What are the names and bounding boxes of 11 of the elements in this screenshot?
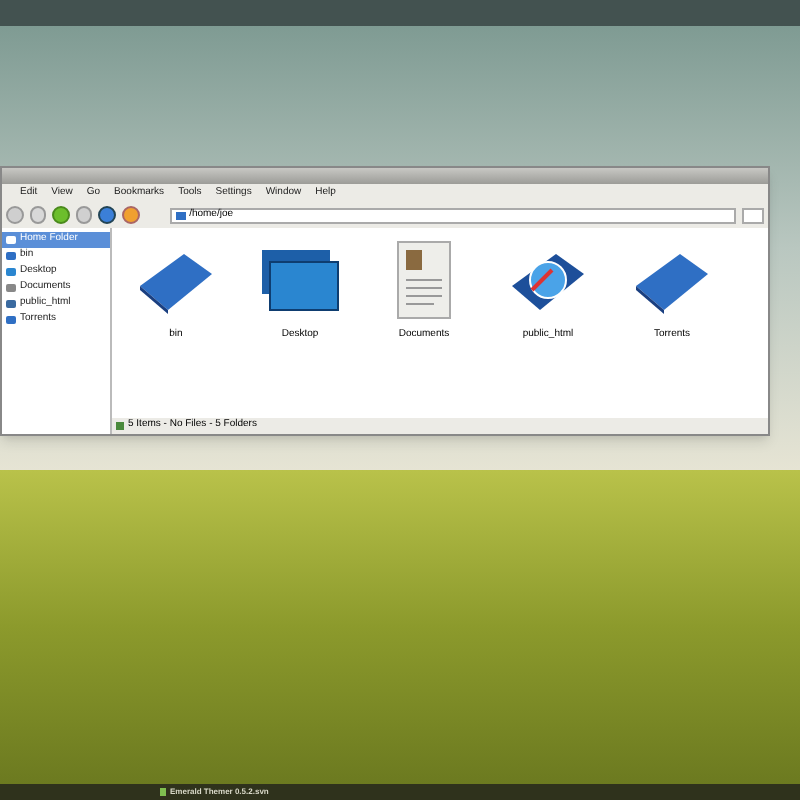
search-field[interactable] (741, 207, 764, 223)
up-icon[interactable] (52, 206, 70, 224)
document-icon (6, 284, 16, 292)
bookmark-icon[interactable] (121, 206, 140, 224)
document-icon (394, 240, 454, 320)
folder-icon (175, 211, 186, 219)
status-icon (116, 422, 124, 430)
monitor-icon (260, 246, 340, 314)
app-icon (160, 788, 166, 796)
forward-icon[interactable] (29, 206, 47, 224)
back-icon[interactable] (6, 206, 24, 224)
